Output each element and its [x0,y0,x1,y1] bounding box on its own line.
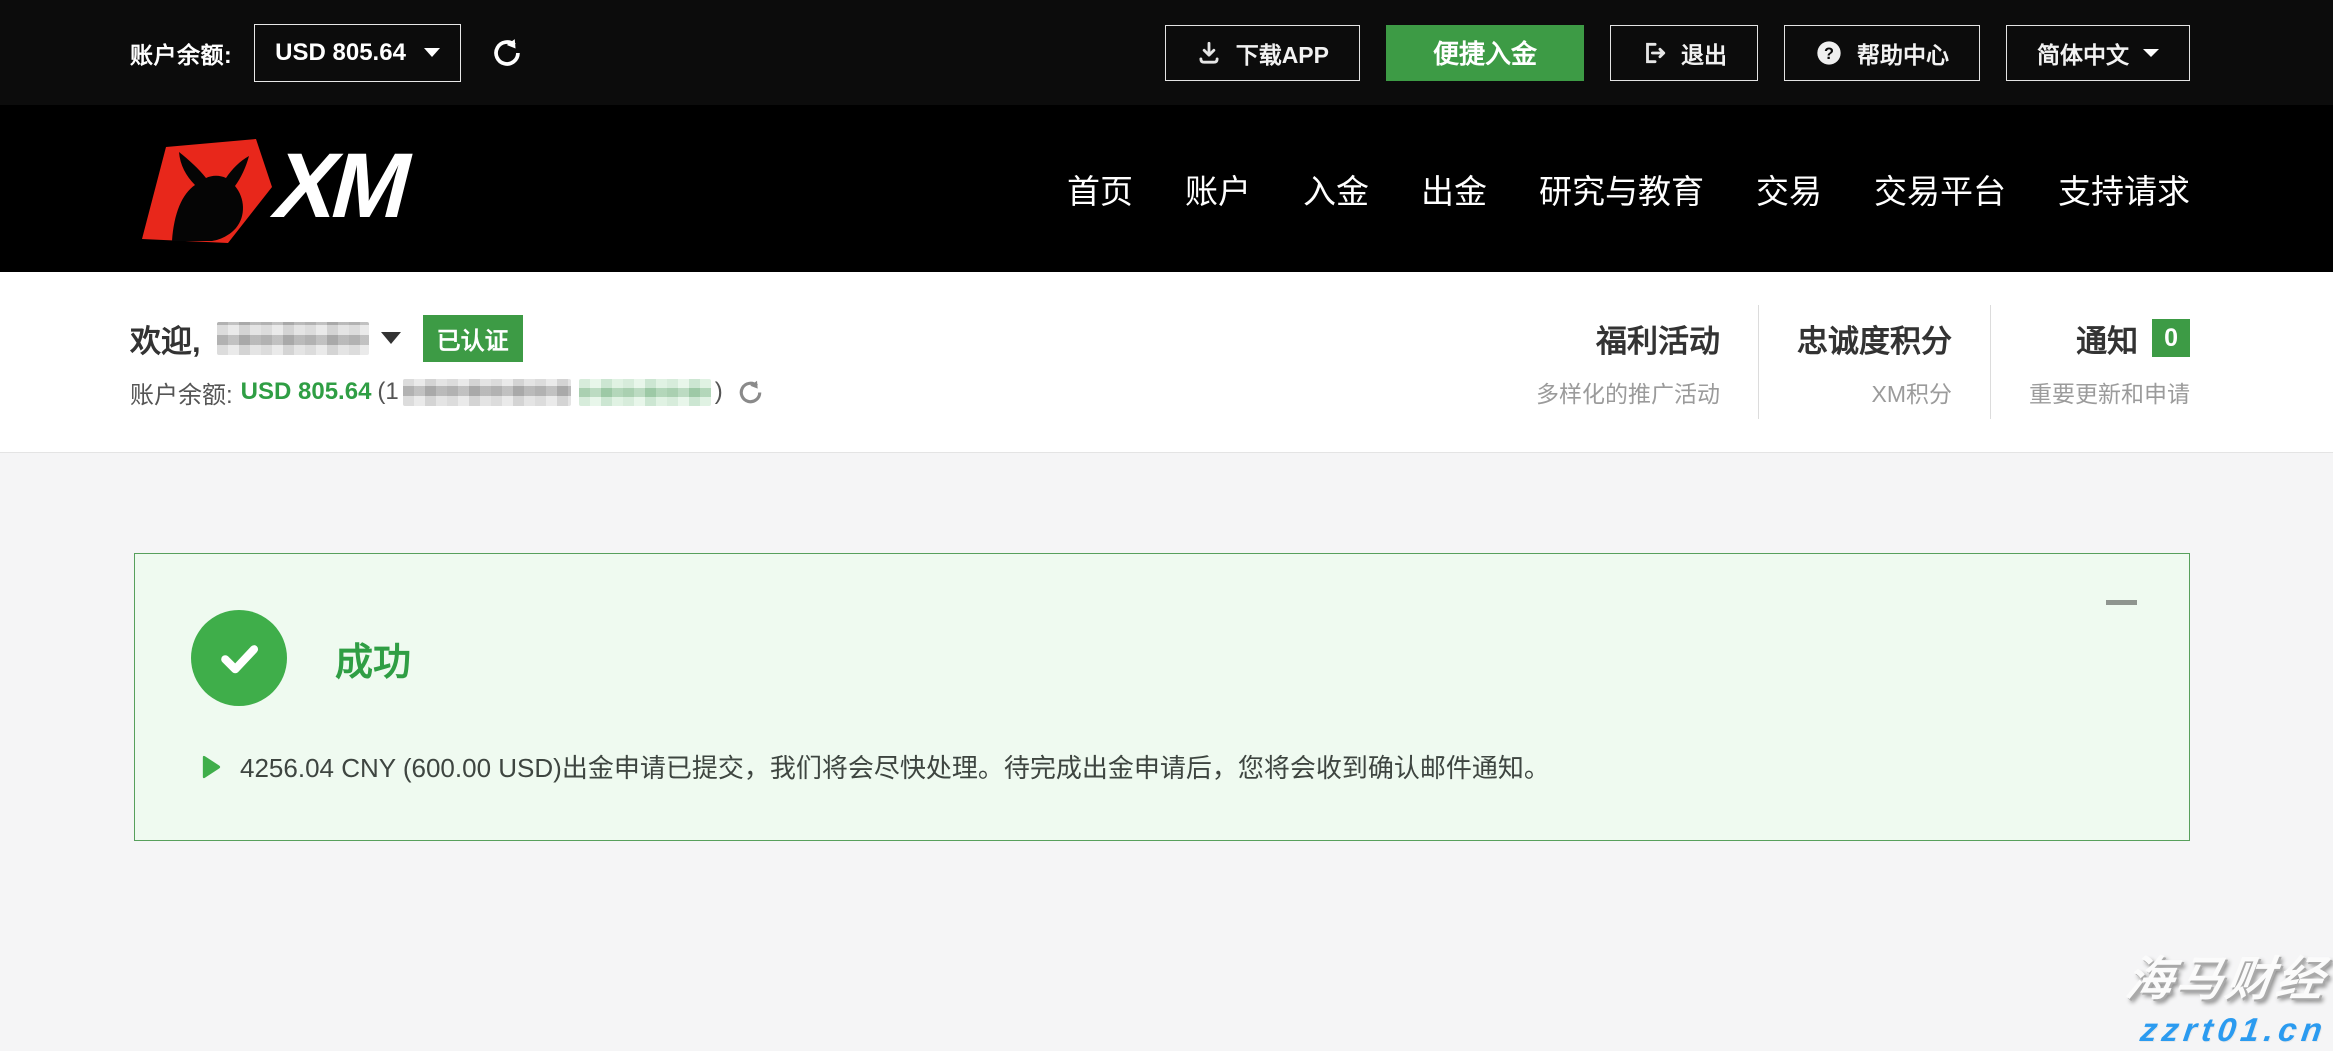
primary-nav-bar: XM 首页 账户 入金 出金 研究与教育 交易 交易平台 支持请求 [0,105,2333,272]
nav-item-account[interactable]: 账户 [1185,165,1251,213]
welcome-shortcuts: 福利活动 多样化的推广活动 忠诚度积分 XM积分 通知 0 重要更新和申请 [1498,305,2190,419]
watermark: 海马财经 zzrt01.cn [2127,940,2327,1049]
help-center-label: 帮助中心 [1857,36,1949,70]
help-center-button[interactable]: ? 帮助中心 [1784,25,1980,81]
nav-item-home[interactable]: 首页 [1067,165,1133,213]
top-utility-bar: 账户余额: USD 805.64 下载APP 便捷入金 [0,0,2333,105]
logout-icon [1641,40,1667,66]
download-app-button[interactable]: 下载APP [1165,25,1360,81]
verified-badge: 已认证 [423,315,523,362]
refresh-icon [737,379,764,406]
chevron-down-icon [424,48,440,57]
success-panel: 成功 4256.04 CNY (600.00 USD)出金申请已提交，我们将会尽… [134,553,2190,841]
refresh-account-button[interactable] [737,379,764,406]
download-app-label: 下载APP [1236,36,1329,70]
quick-deposit-label: 便捷入金 [1433,34,1537,71]
shortcut-title: 忠诚度积分 [1797,316,1952,361]
success-message: 4256.04 CNY (600.00 USD)出金申请已提交，我们将会尽快处理… [240,748,1550,785]
nav-item-deposit[interactable]: 入金 [1303,165,1369,213]
success-check-circle [191,610,287,706]
nav-item-trading[interactable]: 交易 [1756,165,1822,213]
blurred-account-number [403,379,571,406]
shortcut-subtitle: 重要更新和申请 [2029,375,2190,409]
shortcut-subtitle: 多样化的推广活动 [1536,375,1720,409]
success-title: 成功 [335,631,411,686]
shortcut-loyalty[interactable]: 忠诚度积分 XM积分 [1758,305,1990,419]
logo-text: XM [264,133,420,236]
welcome-balance-value: USD 805.64 [241,378,372,406]
shortcut-title: 福利活动 [1536,316,1720,361]
account-balance-value: USD 805.64 [275,39,406,67]
nav-item-support[interactable]: 支持请求 [2058,165,2190,213]
watermark-url: zzrt01.cn [2124,1011,2329,1049]
topbar-actions: 下载APP 便捷入金 退出 ? 帮助中心 简体中文 [1165,25,2190,81]
shortcut-title: 通知 [2076,316,2138,361]
account-number-prefix: (1 [377,378,398,406]
question-mark: ? [1824,44,1834,62]
welcome-strip: 欢迎, 已认证 账户余额: USD 805.64 (1 ) [0,272,2333,453]
bullet-play-icon [199,753,222,781]
account-balance-dropdown[interactable]: USD 805.64 [254,24,461,82]
question-circle-icon: ? [1815,39,1843,67]
account-number-suffix: ) [715,378,723,406]
language-label: 简体中文 [2037,36,2129,70]
chevron-down-icon[interactable] [381,332,401,344]
logout-button[interactable]: 退出 [1610,25,1758,81]
xm-logo[interactable]: XM [128,133,438,245]
welcome-balance-label: 账户余额: [130,375,233,410]
check-icon [209,628,269,688]
shortcut-promotions[interactable]: 福利活动 多样化的推广活动 [1498,305,1758,419]
nav-item-research-education[interactable]: 研究与教育 [1539,165,1704,213]
shortcut-notifications[interactable]: 通知 0 重要更新和申请 [1990,305,2190,419]
chevron-down-icon [2143,49,2159,57]
download-icon [1196,40,1222,66]
nav-item-withdrawal[interactable]: 出金 [1421,165,1487,213]
language-dropdown[interactable]: 简体中文 [2006,25,2190,81]
shortcut-subtitle: XM积分 [1797,375,1952,409]
blurred-account-type [579,379,711,406]
logout-label: 退出 [1681,36,1727,70]
collapse-panel-button[interactable] [2106,600,2137,605]
refresh-icon [491,37,523,69]
watermark-brand: 海马财经 [2122,940,2332,1009]
quick-deposit-button[interactable]: 便捷入金 [1386,25,1584,81]
welcome-left: 欢迎, 已认证 账户余额: USD 805.64 (1 ) [130,315,764,410]
xm-dashboard-page: 账户余额: USD 805.64 下载APP 便捷入金 [0,0,2333,1051]
main-content: 成功 4256.04 CNY (600.00 USD)出金申请已提交，我们将会尽… [0,453,2333,1051]
notification-count-badge: 0 [2152,319,2190,357]
nav-item-platforms[interactable]: 交易平台 [1874,165,2006,213]
refresh-balance-button[interactable] [491,37,523,69]
account-balance-label: 账户余额: [130,36,232,70]
main-nav: 首页 账户 入金 出金 研究与教育 交易 交易平台 支持请求 [1067,165,2190,213]
blurred-user-name[interactable] [217,322,369,355]
welcome-greeting: 欢迎, [130,316,201,361]
